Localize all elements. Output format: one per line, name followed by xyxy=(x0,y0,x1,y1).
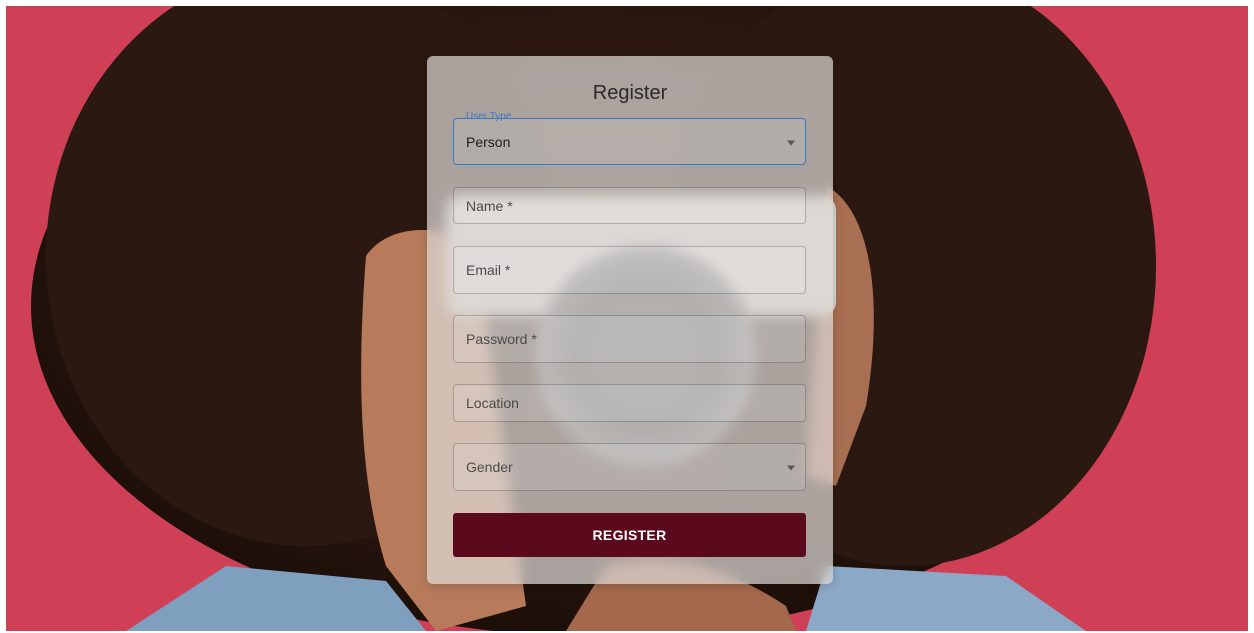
email-placeholder: Email * xyxy=(466,262,511,278)
password-field[interactable]: Password * xyxy=(453,315,806,363)
name-field[interactable]: Name * xyxy=(453,187,806,224)
user-type-label: User Type xyxy=(466,111,512,122)
user-type-value: Person xyxy=(466,133,511,150)
page-frame: Register User Type Person Name * Email *… xyxy=(6,6,1248,631)
register-button[interactable]: REGISTER xyxy=(453,513,806,557)
password-placeholder: Password * xyxy=(466,331,537,347)
location-placeholder: Location xyxy=(466,395,519,411)
location-field[interactable]: Location xyxy=(453,384,806,422)
gender-placeholder: Gender xyxy=(466,459,513,475)
chevron-down-icon[interactable] xyxy=(787,465,795,471)
chevron-down-icon[interactable] xyxy=(787,140,795,145)
register-card: Register User Type Person Name * Email *… xyxy=(427,56,833,584)
form-title: Register xyxy=(592,82,668,104)
email-field[interactable]: Email * xyxy=(453,246,806,294)
name-placeholder: Name * xyxy=(466,197,513,214)
user-type-select[interactable]: User Type Person xyxy=(453,111,806,165)
gender-select[interactable]: Gender xyxy=(453,443,806,491)
